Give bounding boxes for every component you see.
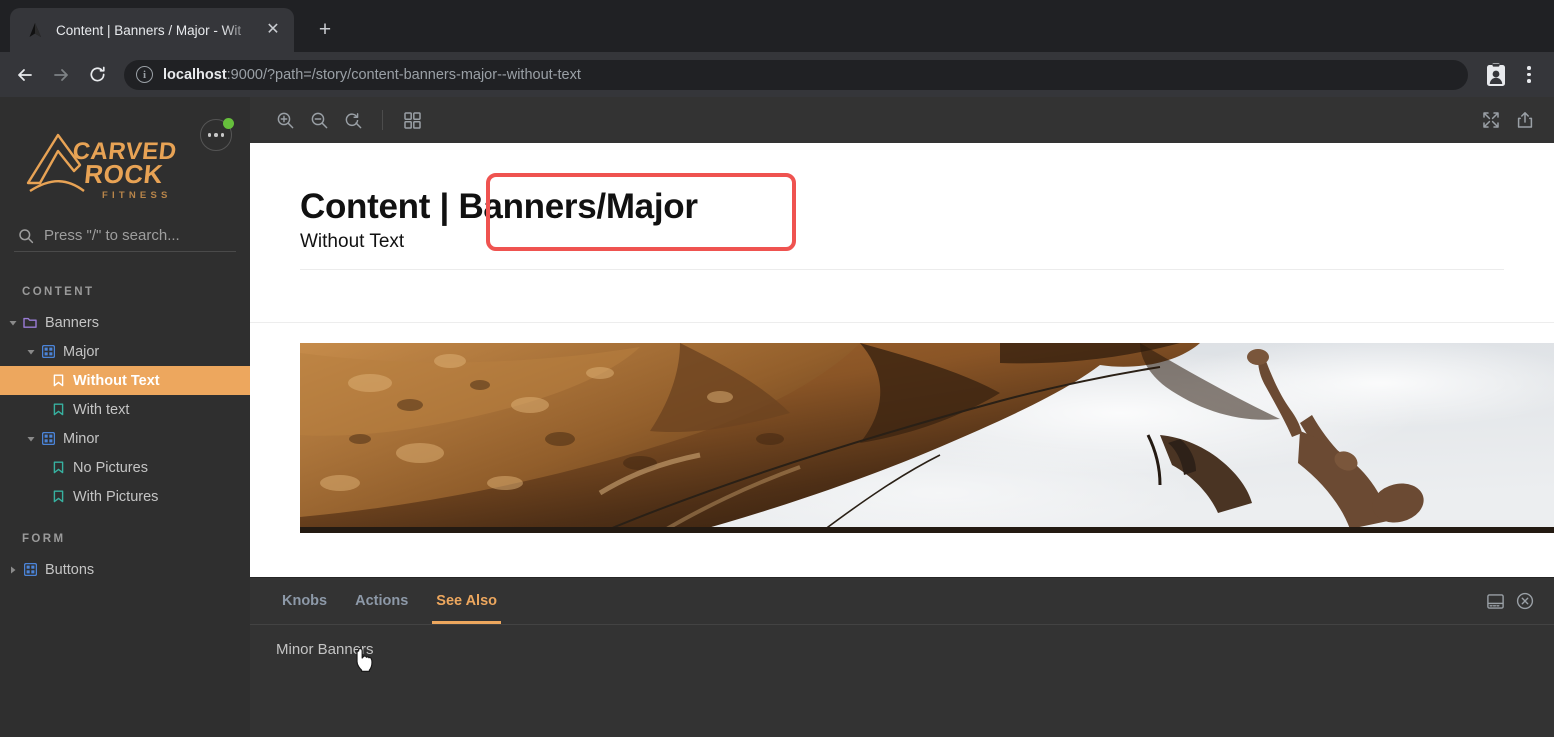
tree-section-form: FORM (22, 533, 66, 545)
tree-item-label: With Pictures (73, 488, 159, 505)
close-icon[interactable]: ✕ (262, 19, 284, 41)
tree-item-label: No Pictures (73, 459, 148, 476)
svg-text:ROCK: ROCK (83, 159, 165, 189)
sidebar-search (14, 223, 243, 252)
tree-item-minor[interactable]: Minor (0, 424, 250, 453)
mountain-favicon (26, 21, 44, 39)
chevron-down-icon[interactable] (6, 319, 20, 327)
back-icon[interactable] (8, 58, 42, 92)
forward-icon[interactable] (44, 58, 78, 92)
search-icon (18, 228, 34, 244)
title-divider (300, 269, 1504, 270)
addons-panel-body: Minor Banners (250, 625, 1554, 737)
browser-navbar: i localhost:9000/?path=/story/content-ba… (0, 52, 1554, 97)
tree-item-label: Banners (45, 314, 100, 331)
status-dot-icon (223, 118, 234, 129)
zoom-out-icon[interactable] (304, 105, 334, 135)
browser-tab-title: Content | Banners / Major - Wit (56, 22, 242, 38)
page-title-prefix: Content | (300, 187, 459, 226)
story-header: Content | Banners/Major Without Text (250, 143, 1554, 270)
url-path: :9000/?path=/story/content-banners-major… (226, 66, 581, 83)
bookmark-icon (48, 403, 68, 416)
new-tab-button[interactable]: + (308, 13, 342, 47)
browser-menu-icon[interactable] (1516, 60, 1542, 90)
browser-tabstrip: Content | Banners / Major - Wit ✕ + (0, 0, 1554, 52)
component-grid-icon (38, 432, 58, 445)
chevron-down-icon[interactable] (24, 348, 38, 356)
chevron-down-icon[interactable] (24, 435, 38, 443)
svg-text:FITNESS: FITNESS (102, 190, 172, 201)
tab-actions[interactable]: Actions (341, 578, 422, 624)
tab-see-also[interactable]: See Also (422, 578, 511, 624)
search-input[interactable] (44, 227, 243, 244)
toolbar-separator (382, 110, 383, 130)
canvas-toolbar (250, 97, 1554, 143)
open-in-new-tab-icon[interactable] (1510, 105, 1540, 135)
chevron-right-icon[interactable] (6, 566, 20, 574)
tree-item-buttons[interactable]: Buttons (0, 555, 250, 584)
addons-panel: Knobs Actions See Also Minor Banners (250, 577, 1554, 737)
tree-item-label: Major (63, 343, 100, 360)
browser-tab[interactable]: Content | Banners / Major - Wit ✕ (10, 8, 294, 52)
rock-climber-banner-image (300, 343, 1554, 533)
grid-background-icon[interactable] (397, 105, 427, 135)
address-bar[interactable]: i localhost:9000/?path=/story/content-ba… (124, 59, 1468, 90)
sidebar: CARVED ROCK FITNESS Press "/" to search.… (0, 97, 250, 737)
section-divider (250, 322, 1554, 323)
folder-icon (20, 317, 40, 329)
page-title-highlight: Banners/Major (458, 187, 698, 226)
sidebar-menu-button[interactable] (200, 118, 234, 151)
url-text: localhost:9000/?path=/story/content-bann… (163, 67, 581, 83)
component-grid-icon (38, 345, 58, 358)
component-grid-icon (20, 563, 40, 576)
sidebar-header: CARVED ROCK FITNESS (0, 97, 250, 205)
page-title: Content | Banners/Major (300, 187, 698, 227)
zoom-reset-icon[interactable] (338, 105, 368, 135)
tree-item-label: Minor (63, 430, 100, 447)
site-info-icon[interactable]: i (136, 66, 153, 83)
tree-item-label: Buttons (45, 561, 95, 578)
storybook-app: CARVED ROCK FITNESS Press "/" to search.… (0, 97, 1554, 737)
zoom-in-icon[interactable] (270, 105, 300, 135)
brand-logo[interactable]: CARVED ROCK FITNESS (18, 115, 200, 205)
tree-item-without-text[interactable]: Without Text (0, 366, 250, 395)
tree-item-no-pictures[interactable]: No Pictures (0, 453, 250, 482)
tree-item-major[interactable]: Major (0, 337, 250, 366)
close-panel-icon[interactable] (1510, 586, 1540, 616)
tree-item-label: With text (73, 401, 130, 418)
fullscreen-icon[interactable] (1476, 105, 1506, 135)
story-tree: CONTENT Banners Major Without Text With … (0, 278, 250, 584)
bookmark-icon (48, 461, 68, 474)
bookmark-icon (48, 490, 68, 503)
profile-badge-icon[interactable] (1484, 62, 1508, 88)
tree-item-banners[interactable]: Banners (0, 308, 250, 337)
page-subtitle: Without Text (300, 231, 405, 252)
main-area: Content | Banners/Major Without Text Kno… (250, 97, 1554, 737)
addons-tablist: Knobs Actions See Also (250, 578, 1554, 624)
url-host: localhost (163, 66, 227, 83)
story-canvas: Content | Banners/Major Without Text (250, 143, 1554, 577)
tree-item-with-pictures[interactable]: With Pictures (0, 482, 250, 511)
browser-window: Content | Banners / Major - Wit ✕ + i lo… (0, 0, 1554, 737)
tree-item-with-text[interactable]: With text (0, 395, 250, 424)
tree-item-label: Without Text (73, 372, 160, 389)
mouse-cursor (354, 647, 376, 673)
tab-knobs[interactable]: Knobs (268, 578, 341, 624)
reload-icon[interactable] (80, 58, 114, 92)
tree-section-content: CONTENT (22, 286, 95, 298)
bookmark-icon (48, 374, 68, 387)
panel-position-icon[interactable] (1480, 586, 1510, 616)
